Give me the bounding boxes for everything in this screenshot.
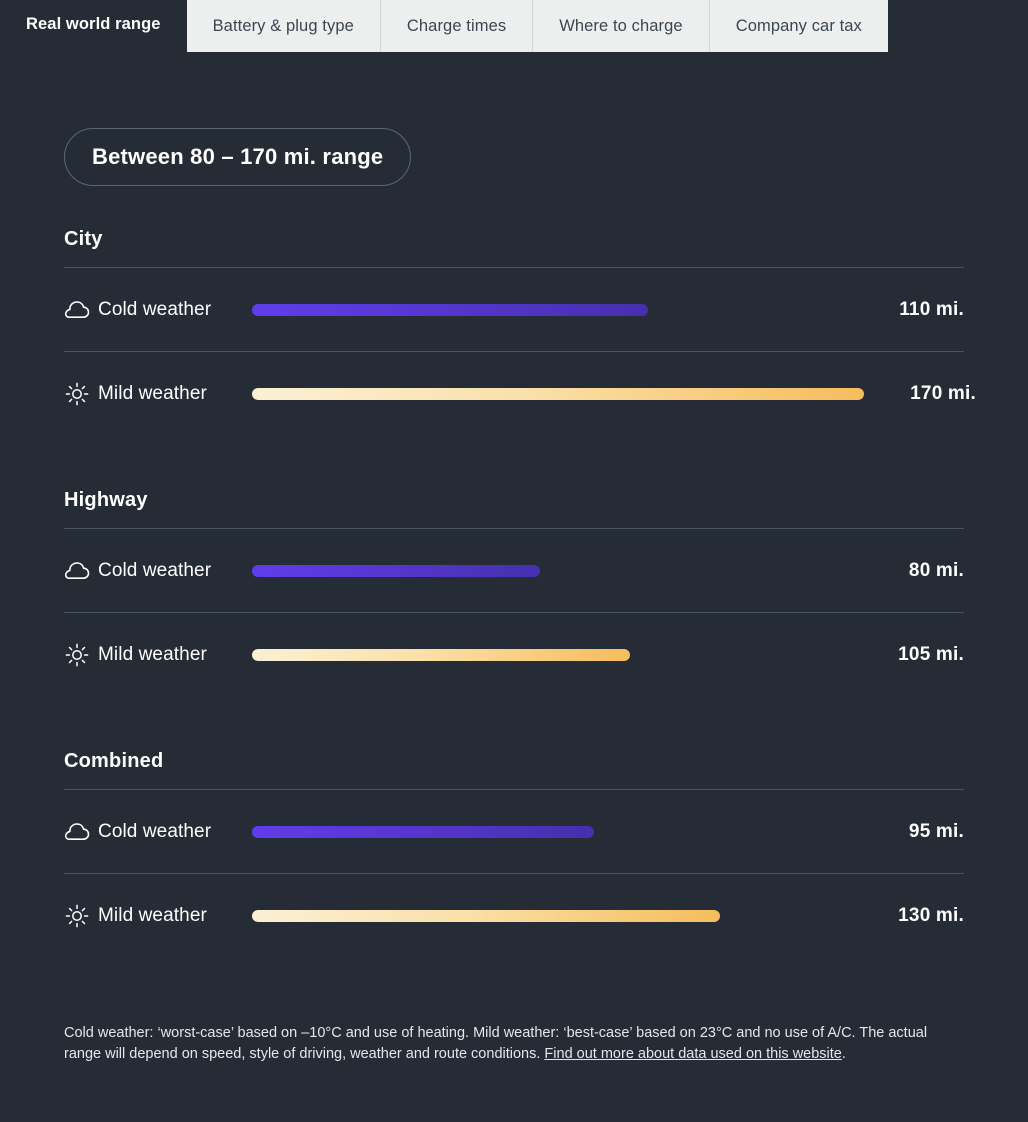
row-value: 130 mi. [898, 904, 964, 926]
data-source-link[interactable]: Find out more about data used on this we… [544, 1046, 841, 1062]
bar-track [248, 648, 852, 661]
tab-label: Charge times [406, 16, 507, 35]
range-row: Cold weather 110 mi. [64, 267, 964, 351]
bar-track [248, 303, 852, 316]
range-bar-mild [252, 648, 630, 661]
row-label: Mild weather [98, 904, 207, 926]
footnote-text-end: . [841, 1046, 846, 1063]
tab-label: Company car tax [735, 16, 862, 35]
bar-track [248, 825, 852, 838]
section-title: Combined [64, 750, 164, 772]
bar-track [248, 564, 852, 577]
tab-real-world-range[interactable]: Real world range [0, 0, 187, 52]
row-value: 95 mi. [908, 820, 964, 842]
sun-icon [64, 382, 98, 406]
section-city: City Cold weather 110 mi. Mild weather 170 m… [64, 228, 976, 435]
section-highway: Highway Cold weather 80 mi. Mild weather 105… [64, 489, 964, 696]
range-bar-mild [252, 909, 720, 922]
bar-track [248, 387, 864, 400]
range-row: Mild weather 170 mi. [64, 351, 976, 435]
tab-label: Battery & plug type [212, 16, 354, 35]
row-value: 80 mi. [908, 559, 964, 581]
tab-label: Real world range [26, 15, 161, 33]
cloud-icon [64, 822, 98, 842]
tab-company-car-tax[interactable]: Company car tax [709, 0, 888, 52]
sun-icon [64, 904, 98, 928]
page-content: Between 80 – 170 mi. range City Cold weat… [0, 52, 1028, 1065]
section-combined: Combined Cold weather 95 mi. Mild weather 13… [64, 750, 964, 957]
row-label: Cold weather [98, 820, 212, 842]
tab-bar: Real world range Battery & plug type Charg… [0, 0, 1028, 52]
row-value: 170 mi. [910, 382, 976, 404]
range-row: Cold weather 95 mi. [64, 789, 964, 873]
range-row: Mild weather 105 mi. [64, 612, 964, 696]
tab-where-to-charge[interactable]: Where to charge [533, 0, 710, 52]
tab-label: Where to charge [559, 16, 683, 35]
range-bar-cold [252, 825, 594, 838]
row-label: Cold weather [98, 559, 212, 581]
row-value: 105 mi. [898, 643, 964, 665]
range-bar-mild [252, 387, 864, 400]
cloud-icon [64, 300, 98, 320]
section-title: City [64, 228, 103, 250]
bar-track [248, 909, 852, 922]
cloud-icon [64, 561, 98, 581]
range-sections: City Cold weather 110 mi. Mild weather 170 m… [64, 228, 976, 957]
footnote: Cold weather: ‘worst-case’ based on –10°… [64, 1023, 964, 1065]
row-value: 110 mi. [899, 298, 964, 320]
section-title: Highway [64, 489, 148, 511]
sun-icon [64, 643, 98, 667]
tab-charge-times[interactable]: Charge times [380, 0, 534, 52]
range-row: Mild weather 130 mi. [64, 873, 964, 957]
row-label: Mild weather [98, 643, 207, 665]
row-label: Cold weather [98, 298, 212, 320]
range-summary-pill[interactable]: Between 80 – 170 mi. range [64, 128, 412, 186]
range-row: Cold weather 80 mi. [64, 528, 964, 612]
range-bar-cold [252, 564, 540, 577]
row-label: Mild weather [98, 382, 207, 404]
range-bar-cold [252, 303, 648, 316]
tab-battery-plug-type[interactable]: Battery & plug type [186, 0, 381, 52]
